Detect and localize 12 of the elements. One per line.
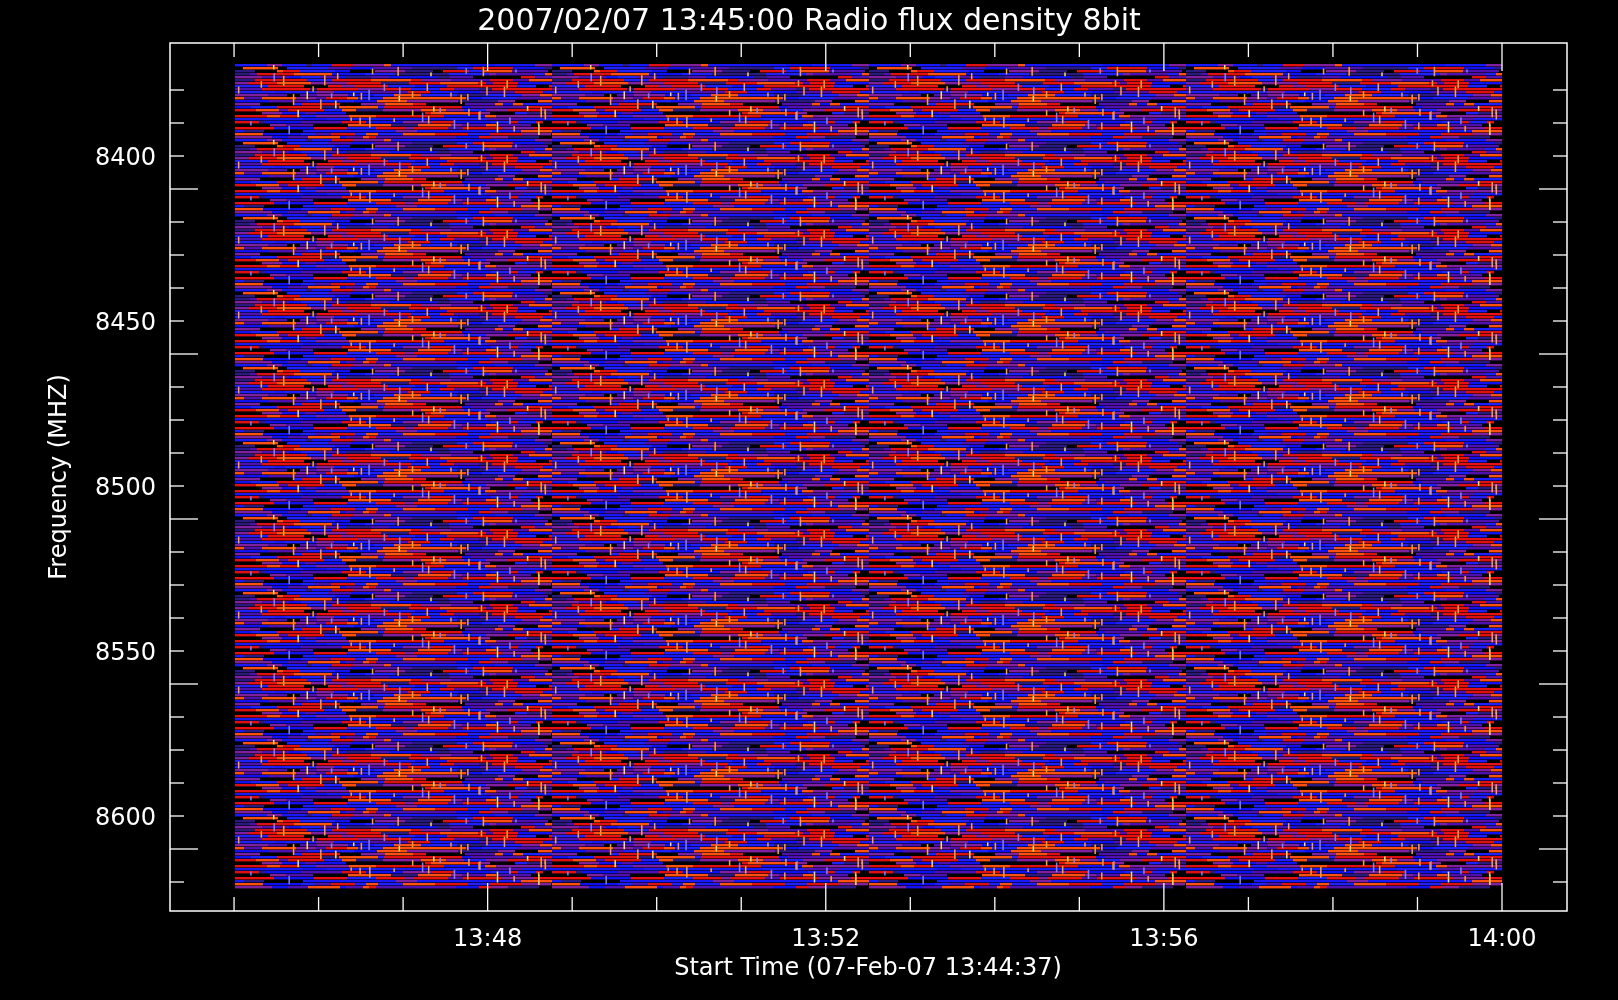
x-tick-label: 13:48 (453, 924, 523, 952)
y-tick-label: 8450 (94, 308, 156, 336)
x-axis-label: Start Time (07-Feb-07 13:44:37) (674, 953, 1062, 981)
y-tick-label: 8500 (94, 473, 156, 501)
x-tick-label: 14:00 (1467, 924, 1537, 952)
y-tick-label: 8600 (94, 803, 156, 831)
chart-title: 2007/02/07 13:45:00 Radio flux density 8bit (477, 2, 1141, 37)
y-tick-label: 8400 (94, 143, 156, 171)
x-tick-label: 13:52 (791, 924, 861, 952)
y-axis-label: Frequency (MHZ) (44, 374, 72, 580)
x-tick-label: 13:56 (1129, 924, 1199, 952)
y-tick-label: 8550 (94, 638, 156, 666)
